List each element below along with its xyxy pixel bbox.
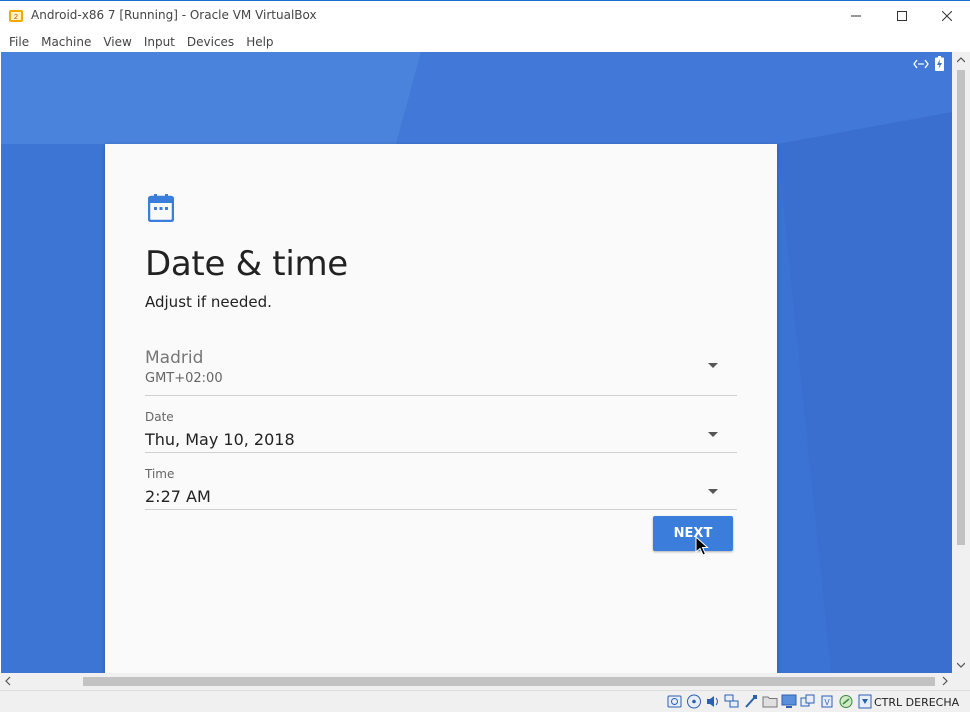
network-activity-icon xyxy=(913,59,929,68)
device-status-icons: V xyxy=(667,694,873,709)
host-key-label: CTRL DERECHA xyxy=(874,696,960,709)
virtualbox-app-icon: 2 xyxy=(9,10,23,22)
timezone-value: Madrid xyxy=(145,348,204,368)
horizontal-scroll-thumb[interactable] xyxy=(83,677,935,686)
audio-icon[interactable] xyxy=(705,694,721,709)
page-title: Date & time xyxy=(145,244,348,284)
vm-display[interactable]: Date & time Adjust if needed. Madrid GMT… xyxy=(1,52,952,673)
time-dropdown[interactable]: Time 2:27 AM xyxy=(145,461,737,510)
date-value: Thu, May 10, 2018 xyxy=(145,430,295,449)
vertical-scroll-thumb[interactable] xyxy=(957,70,965,545)
dropdown-arrow-icon xyxy=(708,489,718,494)
window-title: Android-x86 7 [Running] - Oracle VM Virt… xyxy=(31,8,317,22)
menu-view[interactable]: View xyxy=(97,35,137,49)
menu-devices[interactable]: Devices xyxy=(181,35,240,49)
scroll-up-arrow-icon[interactable] xyxy=(957,57,965,63)
next-button[interactable]: NEXT xyxy=(653,516,733,551)
menu-bar: File Machine View Input Devices Help xyxy=(0,31,970,52)
network-icon[interactable] xyxy=(724,694,740,709)
time-label: Time xyxy=(145,467,175,481)
date-label: Date xyxy=(145,410,174,424)
dropdown-arrow-icon xyxy=(708,363,718,368)
timezone-offset: GMT+02:00 xyxy=(145,371,223,386)
dropdown-arrow-icon xyxy=(708,432,718,437)
menu-machine[interactable]: Machine xyxy=(35,35,97,49)
menu-file[interactable]: File xyxy=(3,35,35,49)
mouse-cursor-icon xyxy=(695,536,709,556)
timezone-dropdown[interactable]: Madrid GMT+02:00 xyxy=(145,340,737,396)
keyboard-capture-icon[interactable] xyxy=(857,694,873,709)
minimize-button[interactable] xyxy=(833,1,879,31)
optical-drive-icon[interactable] xyxy=(686,694,702,709)
scrollbar-corner xyxy=(952,673,970,690)
shared-folders-icon[interactable] xyxy=(762,694,778,709)
menu-help[interactable]: Help xyxy=(240,35,279,49)
close-icon xyxy=(942,11,952,21)
display-icon[interactable] xyxy=(781,694,797,709)
setup-card: Date & time Adjust if needed. Madrid GMT… xyxy=(105,144,777,673)
minimize-icon xyxy=(851,15,861,17)
cpu-icon[interactable]: V xyxy=(819,694,835,709)
vm-overlay-icons xyxy=(913,56,944,71)
video-capture-icon[interactable] xyxy=(800,694,816,709)
vertical-scrollbar[interactable] xyxy=(952,52,970,673)
date-dropdown[interactable]: Date Thu, May 10, 2018 xyxy=(145,404,737,453)
maximize-icon xyxy=(897,11,907,21)
status-bar: V CTRL DERECHA xyxy=(0,690,970,712)
menu-input[interactable]: Input xyxy=(138,35,181,49)
maximize-button[interactable] xyxy=(879,1,925,31)
close-button[interactable] xyxy=(924,1,970,31)
time-value: 2:27 AM xyxy=(145,487,211,506)
scroll-right-arrow-icon[interactable] xyxy=(942,676,948,686)
battery-charging-icon xyxy=(935,56,944,71)
usb-icon[interactable] xyxy=(743,694,759,709)
hard-disk-icon[interactable] xyxy=(667,694,683,709)
page-subtitle: Adjust if needed. xyxy=(145,293,272,311)
calendar-icon xyxy=(148,194,174,222)
horizontal-scrollbar[interactable] xyxy=(0,673,952,690)
mouse-integration-icon[interactable] xyxy=(838,694,854,709)
svg-text:V: V xyxy=(824,698,830,707)
svg-text:2: 2 xyxy=(14,14,18,21)
title-bar: 2 Android-x86 7 [Running] - Oracle VM Vi… xyxy=(0,0,970,31)
scroll-down-arrow-icon[interactable] xyxy=(957,662,965,668)
scroll-left-arrow-icon[interactable] xyxy=(5,676,11,686)
